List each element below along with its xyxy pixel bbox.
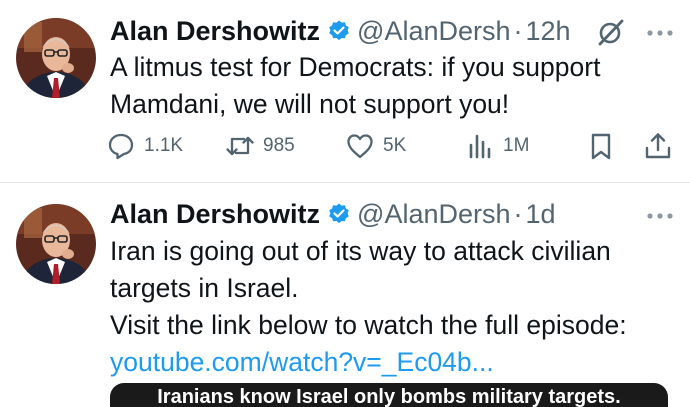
grok-icon[interactable] <box>596 17 626 47</box>
separator-dot: · <box>513 15 523 46</box>
author-handle[interactable]: @AlanDersh <box>357 16 510 47</box>
video-thumbnail[interactable]: Iranians know Israel only bombs military… <box>110 383 668 407</box>
verified-badge-icon <box>327 19 351 43</box>
repost-count: 985 <box>263 135 295 156</box>
tweet-text-line: Iran is going out of its way to attack c… <box>110 236 611 266</box>
tweet-text: Iran is going out of its way to attack c… <box>110 233 627 381</box>
tweet-actions: 1.1K 985 5K 1M <box>0 126 690 166</box>
author-handle[interactable]: @AlanDersh <box>357 199 510 230</box>
views-button[interactable]: 1M <box>465 126 529 166</box>
verified-badge-icon <box>327 202 351 226</box>
author-name[interactable]: Alan Dershowitz <box>110 16 320 47</box>
heart-icon <box>347 134 373 159</box>
timestamp[interactable]: 12h <box>526 16 571 47</box>
tweet-text-line: Visit the link below to watch the full e… <box>110 310 627 340</box>
tweet-text: A litmus test for Democrats: if you supp… <box>110 49 600 123</box>
repost-button[interactable]: 985 <box>225 126 295 166</box>
reply-count: 1.1K <box>144 135 184 156</box>
bookmark-button[interactable] <box>586 126 616 166</box>
share-button[interactable] <box>643 126 673 166</box>
tweet-header: Alan Dershowitz @AlanDersh · 1d <box>110 196 556 232</box>
bookmark-icon <box>591 133 611 160</box>
repost-icon <box>226 136 254 156</box>
tweet-text-line: Mamdani, we will not support you! <box>110 89 510 119</box>
like-count: 5K <box>383 135 407 156</box>
separator-dot: · <box>513 198 523 229</box>
more-options-icon[interactable] <box>643 209 677 223</box>
youtube-link[interactable]: youtube.com/watch?v=_Ec04b... <box>110 344 627 381</box>
reply-button[interactable]: 1.1K <box>106 126 183 166</box>
views-count: 1M <box>503 135 530 156</box>
tweet-text-line: A litmus test for Democrats: if you supp… <box>110 52 601 82</box>
tweet-header: Alan Dershowitz @AlanDersh · 12h <box>110 13 571 49</box>
author-name[interactable]: Alan Dershowitz <box>110 199 320 230</box>
tweet[interactable]: Alan Dershowitz @AlanDersh · 12h A litmu… <box>0 0 690 182</box>
avatar[interactable] <box>16 18 96 98</box>
video-caption: Iranians know Israel only bombs military… <box>157 386 621 407</box>
avatar[interactable] <box>16 204 96 284</box>
reply-icon <box>108 133 134 160</box>
share-icon <box>645 133 671 159</box>
tweet-text-line: targets in Israel. <box>110 273 299 303</box>
like-button[interactable]: 5K <box>345 126 406 166</box>
more-options-icon[interactable] <box>643 26 677 40</box>
views-icon <box>469 134 491 159</box>
timestamp[interactable]: 1d <box>526 199 556 230</box>
